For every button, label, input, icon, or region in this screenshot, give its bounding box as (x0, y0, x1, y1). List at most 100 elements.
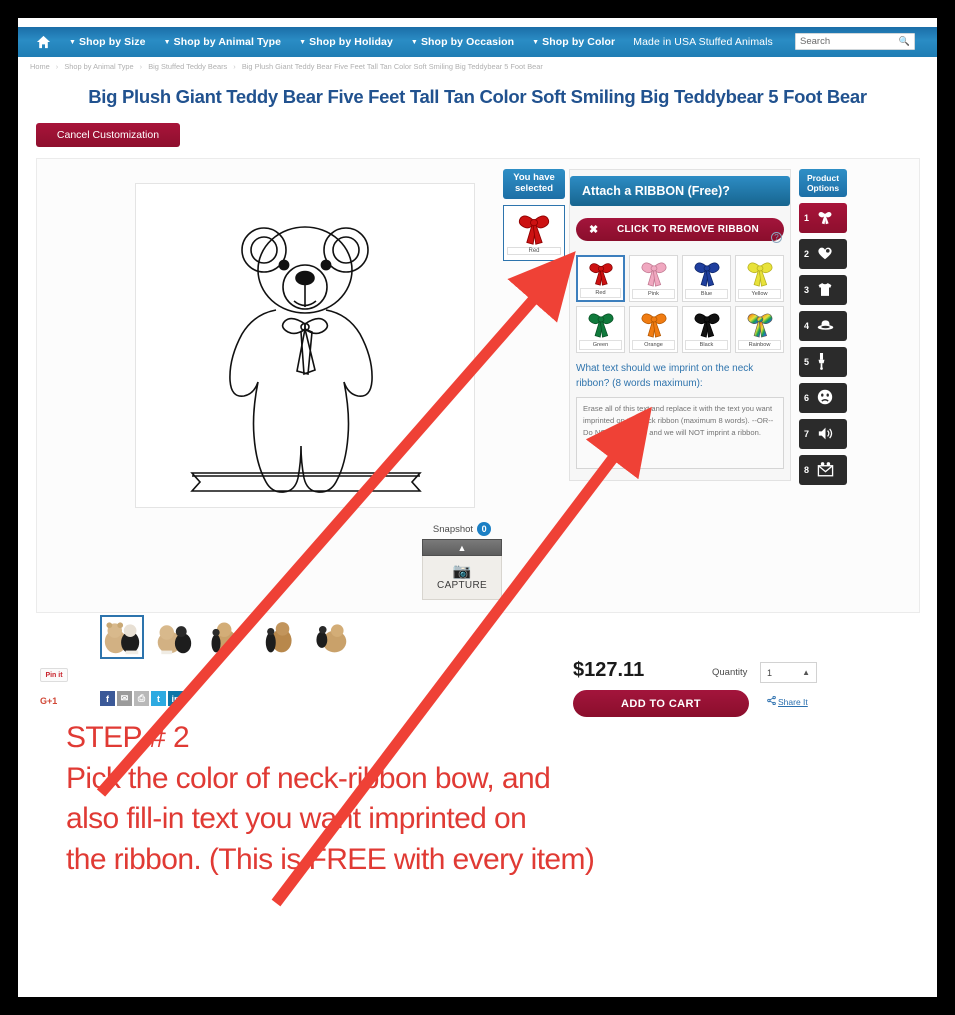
nav-label: Made in USA Stuffed Animals (633, 36, 773, 48)
home-icon[interactable] (26, 27, 60, 57)
ribbon-panel-heading: Attach a RIBBON (Free)? (570, 176, 790, 206)
ribbon-color-blue[interactable]: Blue (682, 255, 731, 302)
ribbon-color-green[interactable]: Green (576, 306, 625, 353)
email-icon[interactable]: ✉ (117, 691, 132, 706)
snapshot-count-badge: 0 (477, 522, 492, 536)
annotation-line-4: the ribbon. (This is FREE with every ite… (66, 842, 595, 876)
ribbon-color-label: Red (580, 287, 621, 298)
option-number: 5 (804, 357, 810, 368)
chevron-down-icon: ▼ (532, 38, 540, 46)
hat-icon (817, 318, 834, 334)
ribbon-color-label: Rainbow (738, 339, 781, 350)
breadcrumb-separator: › (55, 62, 59, 71)
linkedin-icon[interactable]: in (168, 691, 183, 706)
ribbon-color-yellow[interactable]: Yellow (735, 255, 784, 302)
facebook-icon[interactable]: f (100, 691, 115, 706)
nav-item-shop-by-size[interactable]: ▼ Shop by Size (60, 36, 155, 48)
capture-button[interactable]: 📷 CAPTURE (422, 556, 502, 600)
quantity-value: 1 (767, 667, 773, 678)
teddy-bear-line-art (190, 226, 422, 493)
remove-ribbon-button[interactable]: ✖ CLICK TO REMOVE RIBBON (576, 218, 784, 241)
nav-item-shop-by-animal-type[interactable]: ▼ Shop by Animal Type (155, 36, 291, 48)
breadcrumb-separator: › (233, 62, 236, 71)
nav-label: Shop by Size (79, 36, 146, 48)
nav-item-shop-by-occasion[interactable]: ▼ Shop by Occasion (402, 36, 523, 48)
option-number: 7 (804, 429, 810, 440)
annotation-line-2: Pick the color of neck-ribbon bow, and (66, 761, 551, 795)
product-option-1-ribbon[interactable]: 1 (799, 203, 847, 234)
ribbon-color-pink[interactable]: Pink (629, 255, 678, 302)
gallery-thumb-2[interactable] (152, 615, 196, 659)
ribbon-color-orange[interactable]: Orange (629, 306, 678, 353)
gallery-thumb-1[interactable] (100, 615, 144, 659)
product-option-8-envelope[interactable]: 8 (799, 455, 847, 486)
product-option-6-face[interactable]: 6 (799, 383, 847, 414)
page-title: Big Plush Giant Teddy Bear Five Feet Tal… (88, 86, 867, 107)
product-price: $127.11 (573, 659, 645, 681)
magnifier-icon: 🔍 (898, 36, 910, 46)
question-mark-icon[interactable]: ? (771, 232, 782, 243)
product-option-3-tshirt[interactable]: 3 (799, 275, 847, 306)
heart-paw-icon (817, 246, 833, 262)
pinit-button[interactable]: Pin it (40, 668, 68, 682)
share-it-link[interactable]: Share It (767, 695, 808, 707)
breadcrumb-item-teddy-bears[interactable]: Big Stuffed Teddy Bears (148, 62, 227, 71)
product-option-5-zipper-pin[interactable]: 5 (799, 347, 847, 378)
quantity-label: Quantity (712, 667, 748, 678)
twitter-icon[interactable]: t (151, 691, 166, 706)
product-options-heading: Product Options (799, 169, 847, 198)
zipper-pin-icon (817, 352, 826, 372)
product-option-7-sound[interactable]: 7 (799, 419, 847, 450)
annotation-line-3: also fill-in text you want imprinted on (66, 802, 527, 835)
caret-up-icon[interactable]: ▲ (802, 668, 810, 677)
selected-ribbon-caption: Red (507, 247, 561, 256)
nav-item-shop-by-holiday[interactable]: ▼ Shop by Holiday (290, 36, 402, 48)
print-icon[interactable]: ⎙ (134, 691, 149, 706)
ribbon-color-red[interactable]: Red (576, 255, 625, 302)
gallery-thumb-4[interactable] (256, 615, 300, 659)
snapshot-label-row: Snapshot 0 (422, 522, 502, 536)
gallery-thumbnails (100, 615, 352, 659)
ribbon-color-black[interactable]: Black (682, 306, 731, 353)
option-number: 4 (804, 321, 810, 332)
annotation-line-1: STEP # 2 (66, 721, 190, 754)
nav-item-made-in-usa[interactable]: Made in USA Stuffed Animals (624, 36, 782, 48)
chevron-up-icon[interactable]: ▲ (422, 539, 502, 556)
breadcrumb-item-current: Big Plush Giant Teddy Bear Five Feet Tal… (241, 62, 543, 71)
top-navigation-bar: ▼ Shop by Size ▼ Shop by Animal Type ▼ S… (18, 27, 937, 57)
gallery-thumb-5[interactable] (308, 615, 352, 659)
imprint-text-input[interactable] (576, 397, 784, 469)
remove-ribbon-label: CLICK TO REMOVE RIBBON (617, 224, 759, 235)
ribbon-color-label: Black (685, 339, 728, 350)
customizer-panel: Snapshot 0 ▲ 📷 CAPTURE You have selected (36, 158, 920, 717)
product-option-4-hat[interactable]: 4 (799, 311, 847, 342)
gallery-thumb-3[interactable] (204, 615, 248, 659)
nav-item-shop-by-color[interactable]: ▼ Shop by Color (523, 36, 624, 48)
tshirt-icon (817, 282, 833, 299)
nav-label: Shop by Animal Type (173, 36, 282, 48)
nav-label: Shop by Color (542, 36, 616, 48)
snapshot-label: Snapshot (432, 523, 474, 535)
chevron-down-icon: ▼ (163, 38, 171, 46)
gplus-button[interactable]: G+1 (40, 696, 57, 706)
option-number: 1 (804, 213, 810, 224)
breadcrumb: Home › Shop by Animal Type › Big Stuffed… (30, 62, 920, 71)
product-option-2-heart[interactable]: 2 (799, 239, 847, 270)
chevron-down-icon: ▼ (69, 38, 77, 46)
ribbon-bow-icon (817, 209, 833, 227)
product-preview-canvas[interactable] (135, 183, 475, 508)
breadcrumb-item-animal-type[interactable]: Shop by Animal Type (64, 62, 133, 71)
imprint-question-label: What text should we imprint on the neck … (576, 363, 754, 389)
add-to-cart-button[interactable]: ADD TO CART (573, 690, 749, 717)
social-share-buttons: f ✉ ⎙ t in (100, 691, 183, 706)
search-input[interactable]: Search 🔍 (795, 33, 915, 50)
ribbon-color-label: Blue (685, 288, 728, 299)
selected-ribbon-thumbnail[interactable]: Red (503, 204, 565, 261)
cancel-customization-button[interactable]: Cancel Customization (36, 123, 180, 147)
quantity-stepper[interactable]: 1 ▲ (760, 662, 817, 683)
ribbon-color-grid: Red Pink Blue Yellow Green Orange Black … (576, 255, 784, 353)
ribbon-color-rainbow[interactable]: Rainbow (735, 306, 784, 353)
breadcrumb-item-home[interactable]: Home (30, 62, 50, 71)
ribbon-bow-icon (518, 215, 550, 246)
ribbon-color-label: Orange (632, 339, 675, 350)
